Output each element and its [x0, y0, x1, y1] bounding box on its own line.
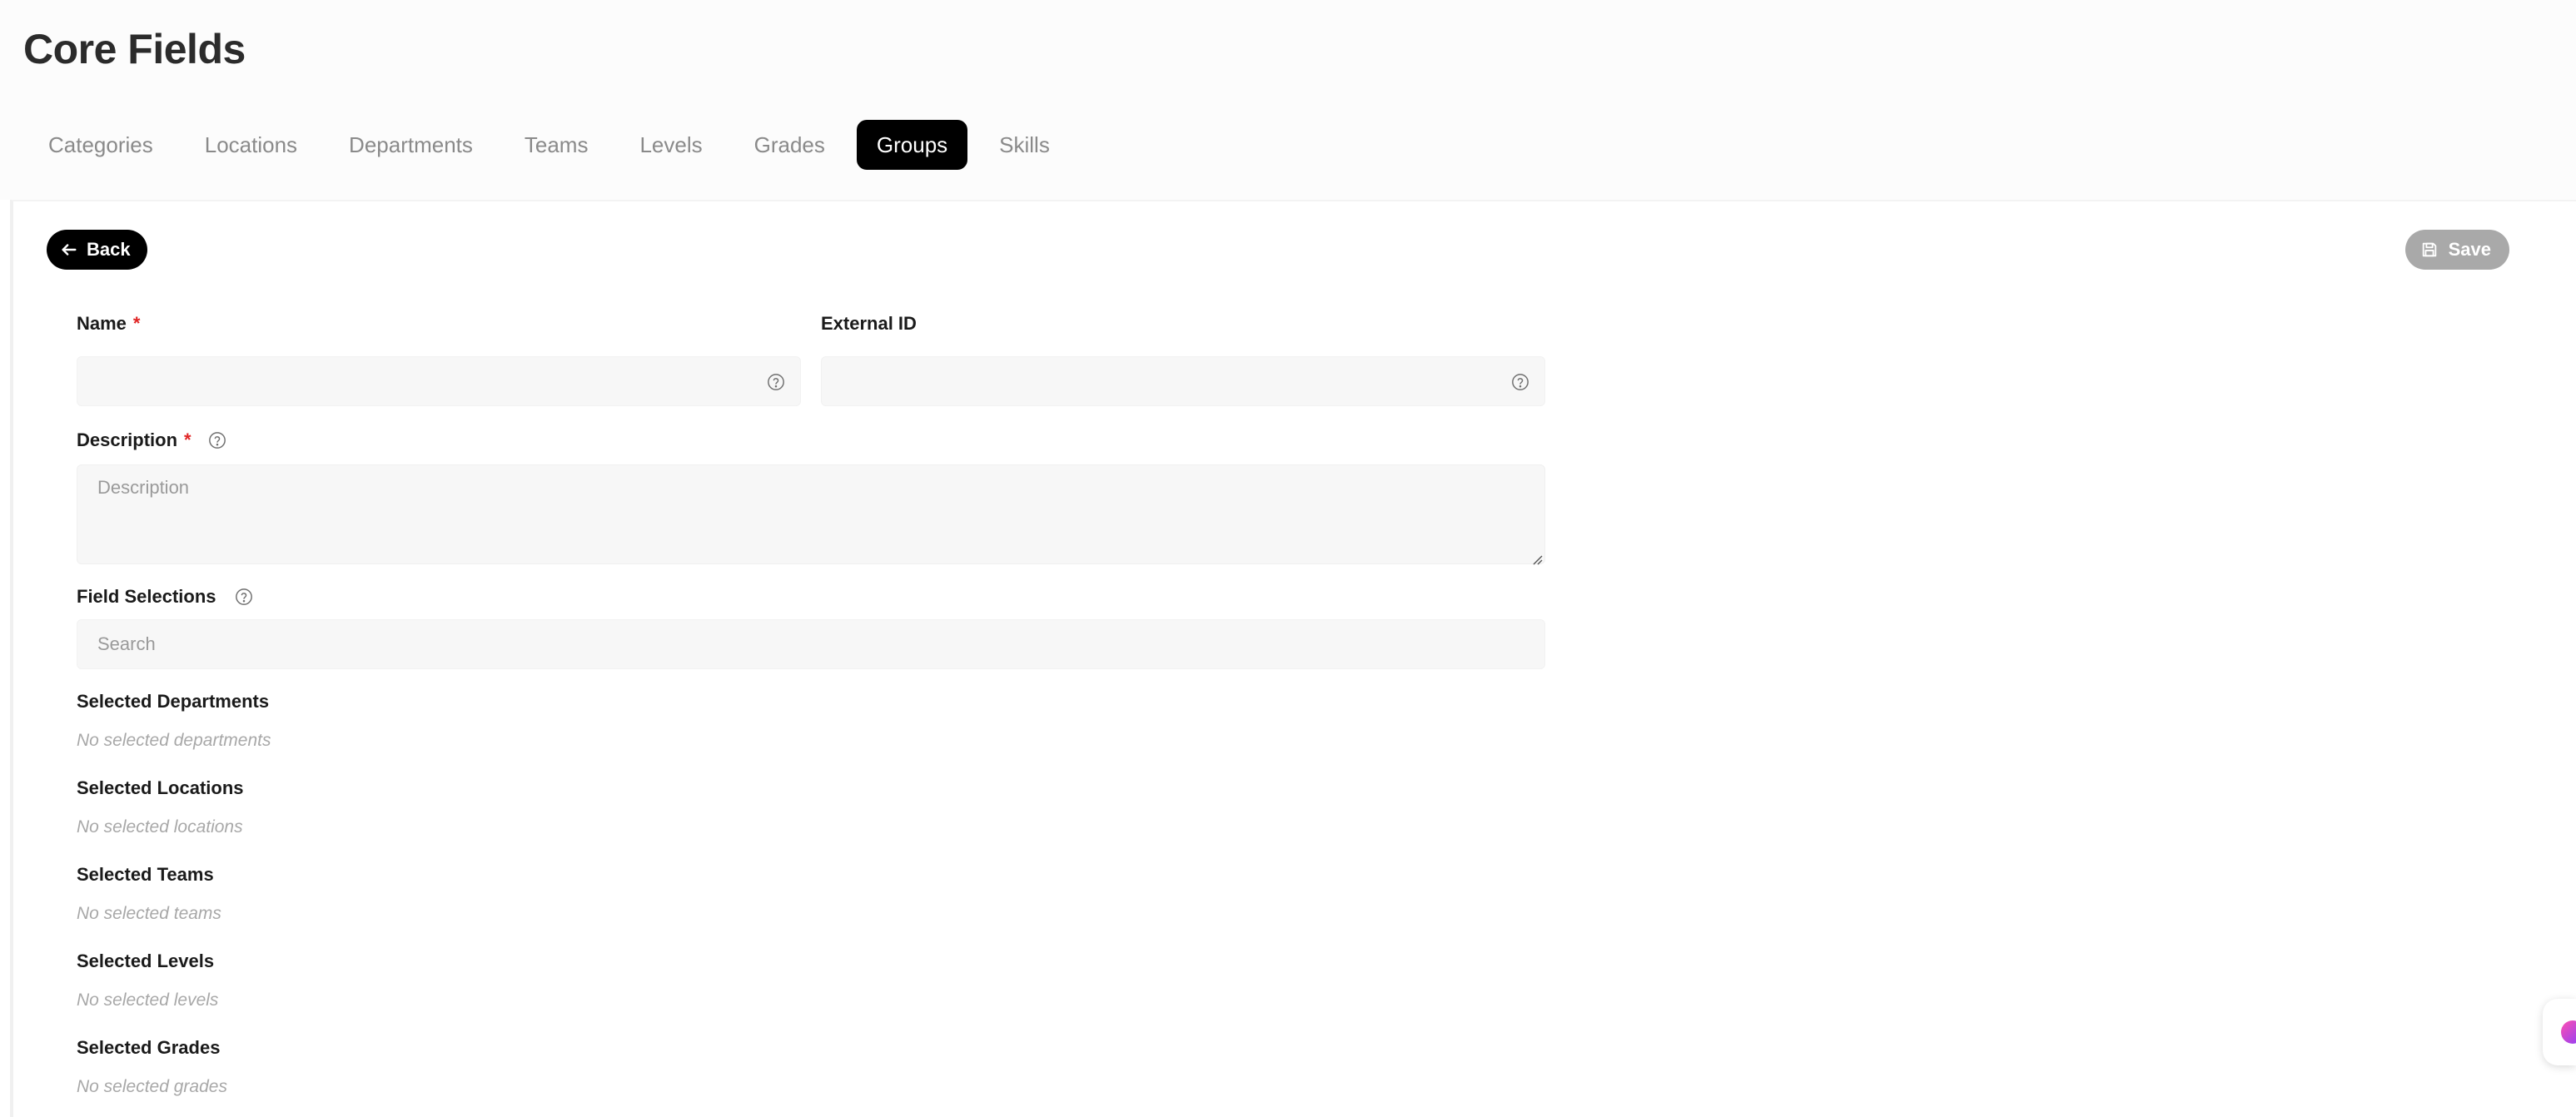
- name-label-text: Name: [77, 313, 127, 334]
- external-id-label-text: External ID: [821, 313, 917, 334]
- back-button-label: Back: [87, 239, 131, 260]
- description-textarea[interactable]: Description: [77, 464, 1545, 565]
- chat-widget-icon: [2561, 1020, 2576, 1044]
- selected-levels-label: Selected Levels: [77, 951, 215, 971]
- floppy-disk-icon: [2420, 241, 2439, 259]
- resize-handle-icon[interactable]: [1529, 549, 1543, 565]
- arrow-left-icon: [60, 241, 78, 259]
- save-button[interactable]: Save: [2404, 230, 2509, 270]
- page-header: Core Fields Categories Locations Departm…: [0, 0, 2576, 200]
- search-placeholder: Search: [97, 633, 156, 654]
- description-label-text: Description: [77, 429, 178, 450]
- external-id-label: External ID: [821, 313, 917, 335]
- selected-teams-label: Selected Teams: [77, 864, 214, 885]
- required-indicator: *: [132, 313, 141, 334]
- question-circle-icon[interactable]: [235, 588, 253, 606]
- selected-grades-empty: No selected grades: [77, 1077, 227, 1096]
- tab-groups[interactable]: Groups: [856, 120, 968, 170]
- selected-departments-empty: No selected departments: [77, 731, 271, 750]
- tab-bar: Categories Locations Departments Teams L…: [28, 120, 1070, 170]
- tab-categories[interactable]: Categories: [28, 120, 173, 170]
- field-selections-search-input[interactable]: Search: [77, 619, 1545, 669]
- chat-widget-launcher[interactable]: [2543, 999, 2576, 1065]
- selected-grades-label: Selected Grades: [77, 1037, 221, 1058]
- selected-locations-label: Selected Locations: [77, 777, 244, 798]
- field-selections-label-text: Field Selections: [77, 586, 216, 607]
- tab-locations[interactable]: Locations: [185, 120, 317, 170]
- name-label: Name *: [77, 313, 140, 335]
- description-placeholder: Description: [97, 477, 190, 498]
- group-form-card: Back Save Name * External ID Description…: [10, 200, 2576, 1117]
- question-circle-icon[interactable]: [767, 373, 785, 391]
- required-indicator: *: [184, 429, 191, 450]
- question-circle-icon[interactable]: [1511, 373, 1529, 391]
- question-circle-icon[interactable]: [208, 431, 226, 449]
- selected-departments-label: Selected Departments: [77, 691, 270, 712]
- tab-departments[interactable]: Departments: [329, 120, 493, 170]
- field-selections-label: Field Selections: [77, 586, 253, 608]
- description-label: Description *: [77, 429, 226, 451]
- tab-skills[interactable]: Skills: [979, 120, 1070, 170]
- selected-levels-empty: No selected levels: [77, 990, 219, 1010]
- external-id-input[interactable]: [821, 356, 1545, 406]
- name-input[interactable]: [77, 356, 801, 406]
- save-button-label: Save: [2448, 239, 2491, 260]
- page-title: Core Fields: [23, 26, 246, 72]
- back-button[interactable]: Back: [47, 230, 147, 270]
- tab-grades[interactable]: Grades: [734, 120, 845, 170]
- selected-teams-empty: No selected teams: [77, 904, 221, 923]
- selected-locations-empty: No selected locations: [77, 817, 243, 837]
- tab-teams[interactable]: Teams: [505, 120, 609, 170]
- tab-levels[interactable]: Levels: [619, 120, 722, 170]
